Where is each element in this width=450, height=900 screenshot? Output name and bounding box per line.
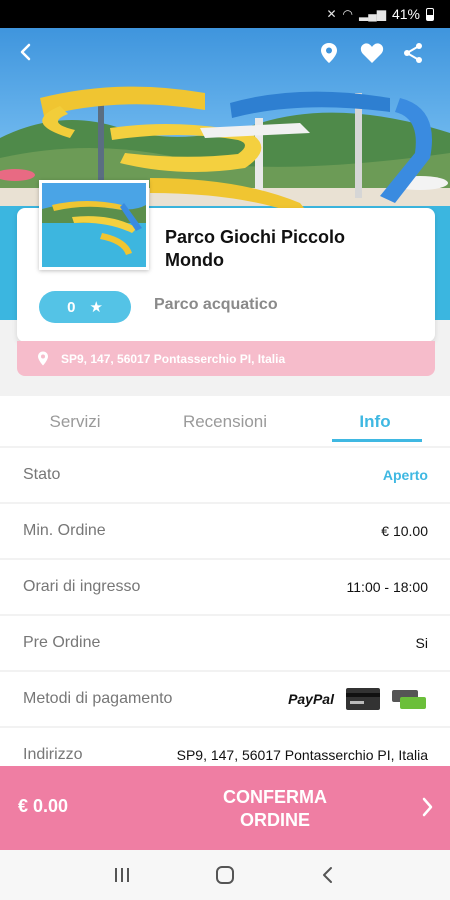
location-pin-icon — [38, 351, 48, 366]
rating-value: 0 — [67, 298, 76, 316]
wifi-icon: ◠ — [342, 7, 353, 21]
chevron-left-icon — [20, 43, 31, 61]
address-value: SP9, 147, 56017 Pontasserchio PI, Italia — [176, 747, 428, 763]
favorite-button[interactable] — [360, 42, 392, 74]
back-button[interactable] — [16, 42, 48, 74]
recent-apps-icon[interactable] — [112, 866, 132, 884]
tab-recensioni[interactable]: Recensioni — [150, 396, 300, 446]
place-name: Parco Giochi Piccolo Mondo — [165, 227, 346, 270]
info-row-min-order: Min. Ordine € 10.00 — [0, 504, 450, 558]
min-order-value: € 10.00 — [381, 523, 428, 539]
stato-value: Aperto — [382, 467, 428, 483]
hours-value: 11:00 - 18:00 — [346, 579, 428, 595]
hours-label: Orari di ingresso — [23, 578, 141, 595]
info-row-payment: Metodi di pagamento PayPal — [0, 672, 450, 726]
stato-label: Stato — [23, 466, 61, 483]
min-order-label: Min. Ordine — [23, 522, 106, 539]
star-icon: ★ — [89, 299, 103, 316]
payment-methods: PayPal — [288, 688, 428, 710]
place-thumbnail[interactable] — [39, 180, 149, 270]
order-bar[interactable]: € 0.00 CONFERMA ORDINE — [0, 766, 450, 850]
place-card: Parco Giochi Piccolo Mondo 0 ★ Parco acq… — [17, 180, 435, 342]
place-category: Parco acquatico — [154, 296, 278, 313]
info-row-stato: Stato Aperto — [0, 448, 450, 502]
system-nav-bar — [0, 850, 450, 900]
address-bar[interactable]: SP9, 147, 56017 Pontasserchio PI, Italia — [17, 341, 435, 376]
preorder-value: Si — [415, 635, 428, 651]
confirm-order-button[interactable]: CONFERMA ORDINE — [200, 786, 350, 832]
order-total: € 0.00 — [18, 796, 69, 816]
location-pin-icon — [321, 43, 337, 63]
heart-icon — [360, 43, 384, 63]
info-list: Stato Aperto Min. Ordine € 10.00 Orari d… — [0, 448, 450, 784]
paypal-icon: PayPal — [288, 691, 334, 707]
tab-servizi[interactable]: Servizi — [0, 396, 150, 446]
chevron-right-icon — [422, 797, 433, 817]
address-text: SP9, 147, 56017 Pontasserchio PI, Italia — [61, 351, 286, 366]
map-button[interactable] — [319, 42, 351, 74]
address-label: Indirizzo — [23, 746, 83, 763]
info-row-hours: Orari di ingresso 11:00 - 18:00 — [0, 560, 450, 614]
cash-icon — [392, 688, 428, 710]
tab-info[interactable]: Info — [300, 396, 450, 446]
preorder-label: Pre Ordine — [23, 634, 101, 651]
signal-icon: ▂▄▆ — [359, 7, 386, 21]
payment-label: Metodi di pagamento — [23, 690, 173, 707]
back-nav-icon[interactable] — [318, 865, 338, 885]
info-row-preorder: Pre Ordine Si — [0, 616, 450, 670]
rating-badge[interactable]: 0 ★ — [39, 291, 131, 323]
battery-percent: 41% — [391, 6, 420, 22]
home-icon[interactable] — [215, 865, 235, 885]
battery-icon — [426, 7, 434, 21]
thumbnail-image — [42, 183, 146, 267]
share-icon — [404, 43, 422, 63]
mute-icon: ✕ — [326, 7, 337, 21]
status-bar: ✕ ◠ ▂▄▆ 41% — [0, 0, 450, 28]
tab-bar: Servizi Recensioni Info — [0, 396, 450, 446]
share-button[interactable] — [402, 42, 434, 74]
credit-card-icon — [346, 688, 380, 710]
